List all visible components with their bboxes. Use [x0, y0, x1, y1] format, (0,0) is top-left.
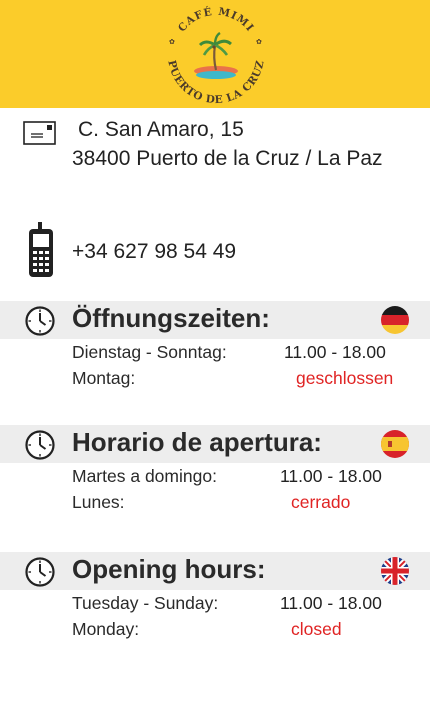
spain-flag-icon[interactable]	[380, 429, 410, 459]
hours-days-closed: Montag:	[72, 368, 136, 388]
clock-icon	[24, 305, 56, 337]
clock-icon	[24, 556, 56, 588]
palm-tree-beach-icon	[194, 31, 238, 79]
section-title-english: Opening hours:	[72, 554, 266, 584]
hours-days-closed: Lunes:	[72, 492, 125, 512]
section-title-spanish: Horario de apertura:	[72, 427, 322, 457]
svg-text:✿: ✿	[256, 39, 262, 46]
hours-days-open: Martes a domingo:	[72, 466, 217, 486]
hours-days-closed: Monday:	[72, 619, 140, 639]
hours-time-open: 11.00 - 18.00	[280, 593, 382, 613]
germany-flag-icon[interactable]	[380, 305, 410, 335]
svg-text:✿: ✿	[169, 39, 175, 46]
hours-time-open: 11.00 - 18.00	[284, 342, 386, 362]
cafe-mimi-logo: CAFÉ MIMI PUERTO DE LA CRUZ ✿ ✿	[160, 3, 272, 107]
closed-label: closed	[291, 619, 342, 639]
closed-label: cerrado	[291, 492, 351, 512]
envelope-icon	[23, 121, 56, 145]
header-banner: CAFÉ MIMI PUERTO DE LA CRUZ ✿ ✿	[0, 0, 430, 108]
logo-top-text: CAFÉ MIMI	[176, 4, 255, 34]
logo-graphic: CAFÉ MIMI PUERTO DE LA CRUZ ✿ ✿	[165, 4, 266, 106]
section-title-german: Öffnungszeiten:	[72, 303, 270, 333]
clock-icon	[24, 429, 56, 461]
address-line-2: 38400 Puerto de la Cruz / La Paz	[72, 147, 383, 170]
mobile-phone-icon	[27, 222, 55, 278]
address-line-1: C. San Amaro, 15	[78, 118, 244, 141]
uk-flag-icon[interactable]	[380, 556, 410, 586]
hours-days-open: Dienstag - Sonntag:	[72, 342, 227, 362]
phone-number[interactable]: +34 627 98 54 49	[72, 240, 236, 264]
hours-time-open: 11.00 - 18.00	[280, 466, 382, 486]
hours-days-open: Tuesday - Sunday:	[72, 593, 219, 613]
closed-label: geschlossen	[296, 368, 394, 388]
svg-text:CAFÉ MIMI: CAFÉ MIMI	[176, 4, 256, 34]
